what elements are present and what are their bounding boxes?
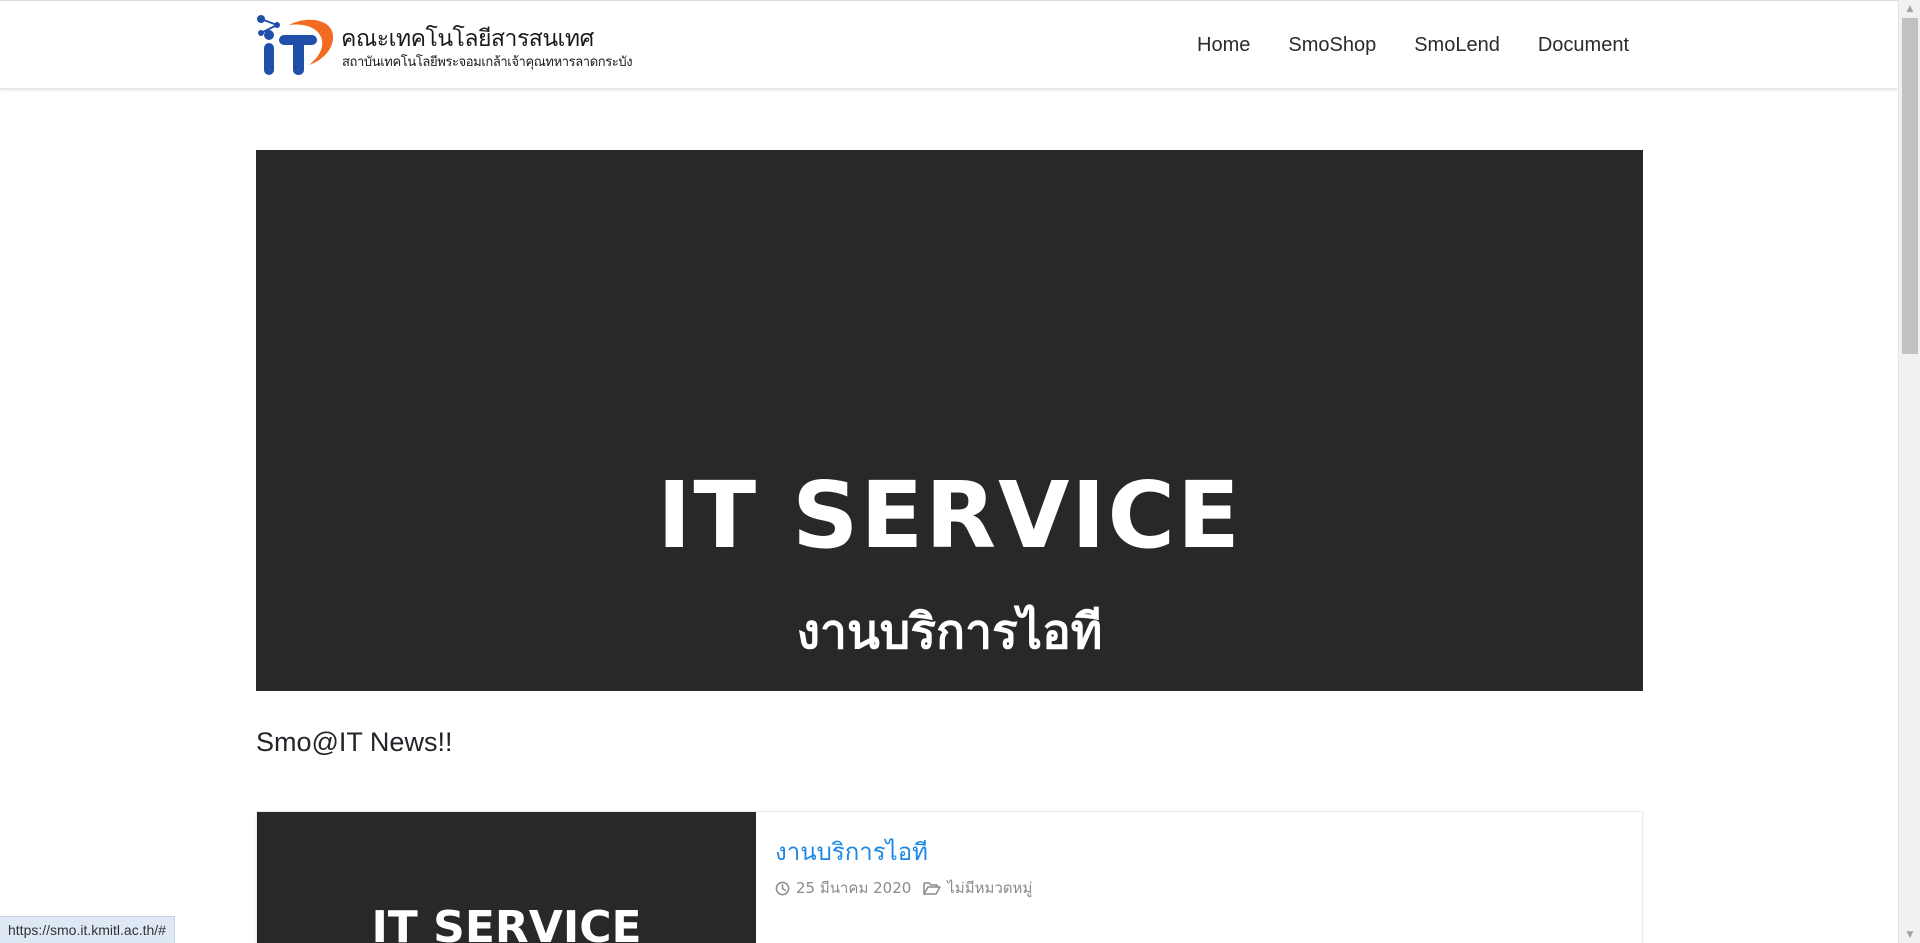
hero-subtitle: งานบริการไอที — [796, 604, 1103, 660]
news-meta: 25 มีนาคม 2020 ไม่มีหมวดหมู่ — [775, 876, 1044, 900]
scroll-down-arrow-icon[interactable]: ▼ — [1899, 926, 1920, 943]
scrollbar-thumb[interactable] — [1902, 18, 1918, 354]
browser-status-url: https://smo.it.kmitl.ac.th/# — [0, 916, 175, 943]
nav-smoshop[interactable]: SmoShop — [1288, 34, 1376, 57]
news-title-link[interactable]: งานบริการไอที — [775, 832, 928, 871]
news-section-heading: Smo@IT News!! — [256, 727, 453, 757]
it-logo-icon — [257, 15, 334, 75]
main-nav: Home SmoShop SmoLend Document — [1159, 1, 1629, 89]
news-thumbnail-text: IT SERVICE — [371, 902, 642, 943]
news-date-text: 25 มีนาคม 2020 — [796, 879, 912, 897]
clock-icon — [775, 881, 790, 895]
logo-subtitle: สถาบันเทคโนโลยีพระจอมเกล้าเจ้าคุณทหารลาด… — [342, 55, 633, 70]
scroll-up-arrow-icon[interactable]: ▲ — [1899, 0, 1920, 17]
vertical-scrollbar[interactable]: ▲ ▼ — [1898, 0, 1920, 943]
nav-home[interactable]: Home — [1197, 34, 1250, 57]
folder-open-icon — [923, 881, 942, 895]
hero-banner: IT SERVICE งานบริการไอที — [256, 150, 1643, 691]
news-category-link[interactable]: ไม่มีหมวดหมู่ — [947, 876, 1032, 900]
page-viewport: คณะเทคโนโลยีสารสนเทศ สถาบันเทคโนโลยีพระจ… — [0, 0, 1898, 943]
site-logo-link[interactable]: คณะเทคโนโลยีสารสนเทศ สถาบันเทคโนโลยีพระจ… — [255, 11, 633, 79]
news-card: IT SERVICE งานบริการไอที 25 มีนาคม 2020 … — [256, 811, 1643, 943]
news-thumbnail[interactable]: IT SERVICE — [257, 812, 756, 943]
hero-title: IT SERVICE — [657, 462, 1242, 569]
site-header: คณะเทคโนโลยีสารสนเทศ สถาบันเทคโนโลยีพระจ… — [0, 1, 1898, 89]
nav-smolend[interactable]: SmoLend — [1414, 34, 1500, 57]
nav-document[interactable]: Document — [1538, 34, 1629, 57]
news-category: ไม่มีหมวดหมู่ — [923, 876, 1032, 900]
news-date: 25 มีนาคม 2020 — [775, 876, 911, 900]
